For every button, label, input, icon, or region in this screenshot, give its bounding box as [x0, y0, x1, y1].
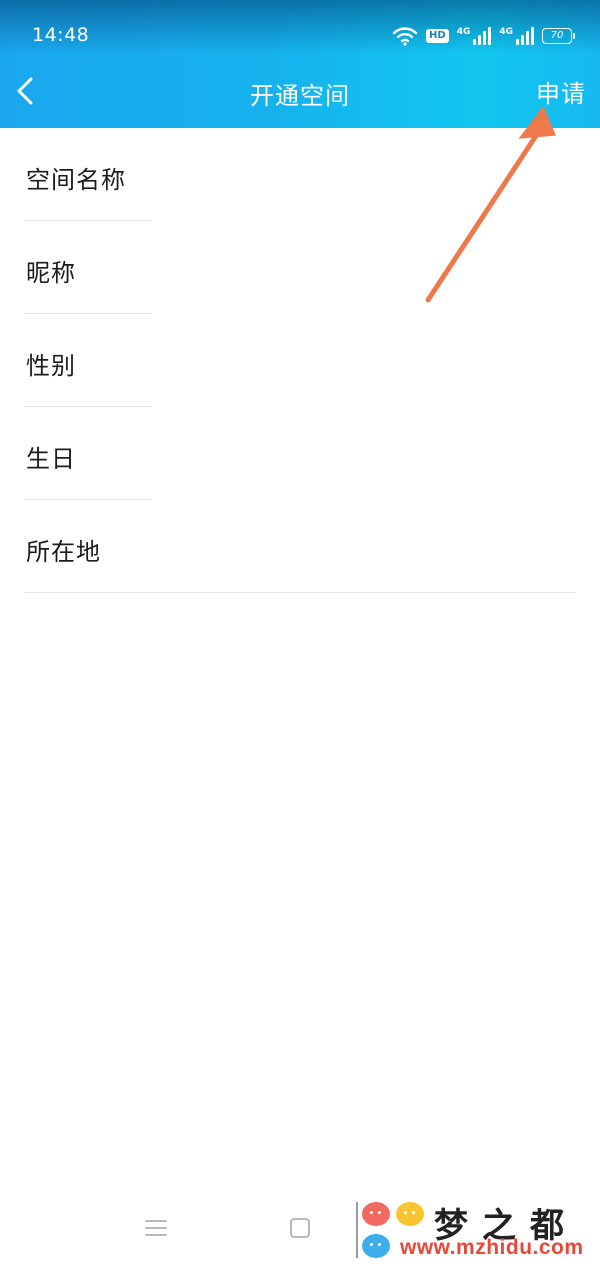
watermark-divider: [356, 1202, 358, 1258]
form-row-gender[interactable]: 性别: [0, 314, 600, 407]
chat-bubble-icon: [362, 1234, 390, 1258]
app-screen: 14:48 HD 4G 4G 70 开通空间 申请 空间名称 昵称 性别 生日 …: [0, 0, 600, 1266]
field-label: 所在地: [26, 538, 101, 566]
signal-icon-1: 4G: [457, 27, 492, 45]
status-bar: 14:48 HD 4G 4G 70: [0, 0, 600, 54]
field-label: 昵称: [26, 259, 76, 287]
network-type-label: 4G: [499, 27, 513, 37]
hd-badge: HD: [426, 29, 449, 43]
chat-bubble-icon: [362, 1202, 390, 1226]
wifi-icon: [392, 27, 418, 46]
header: 14:48 HD 4G 4G 70 开通空间 申请: [0, 0, 600, 128]
menu-icon[interactable]: [145, 1218, 167, 1238]
form-row-location[interactable]: 所在地: [0, 500, 600, 593]
form-row-nickname[interactable]: 昵称: [0, 221, 600, 314]
battery-icon: 70: [542, 28, 575, 44]
form-row-birthday[interactable]: 生日: [0, 407, 600, 500]
field-label: 空间名称: [26, 166, 126, 194]
page-title: 开通空间: [250, 82, 350, 110]
status-time: 14:48: [32, 24, 90, 46]
field-label: 生日: [26, 445, 76, 473]
apply-button[interactable]: 申请: [536, 74, 586, 109]
network-type-label: 4G: [456, 27, 471, 37]
home-square-icon[interactable]: [290, 1218, 310, 1238]
divider: [24, 592, 576, 593]
title-bar: 开通空间 申请: [0, 54, 600, 128]
form-list: 空间名称 昵称 性别 生日 所在地: [0, 128, 600, 593]
chat-bubble-icon: [396, 1202, 424, 1226]
status-icons: HD 4G 4G 70: [392, 26, 575, 46]
form-row-space-name[interactable]: 空间名称: [0, 128, 600, 221]
field-label: 性别: [26, 352, 76, 380]
signal-icon-2: 4G: [499, 27, 534, 45]
watermark-url: www.mzhidu.com: [400, 1236, 584, 1259]
watermark: 梦之都 www.mzhidu.com: [352, 1196, 600, 1266]
